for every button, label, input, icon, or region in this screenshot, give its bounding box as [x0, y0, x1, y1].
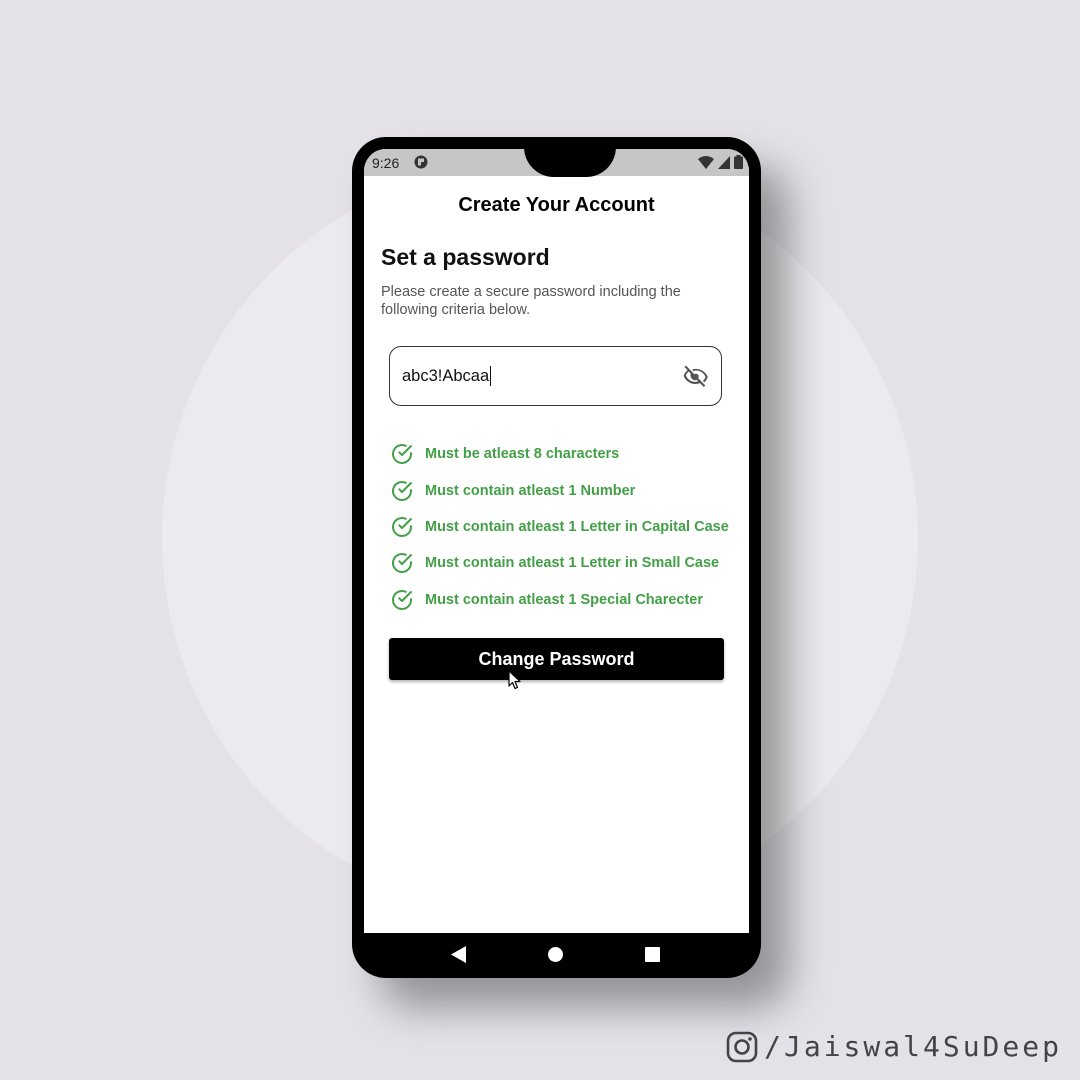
- criteria-item: Must contain atleast 1 Number: [390, 472, 740, 508]
- criteria-item: Must contain atleast 1 Letter in Capital…: [390, 509, 740, 545]
- section-description: Please create a secure password includin…: [381, 284, 681, 318]
- navigation-bar: [352, 933, 761, 978]
- criteria-label: Must contain atleast 1 Special Charecter: [425, 591, 704, 608]
- home-icon[interactable]: [548, 947, 563, 962]
- criteria-item: Must be atleast 8 characters: [390, 436, 740, 472]
- recent-apps-icon[interactable]: [645, 947, 660, 962]
- check-circle-icon: [392, 444, 412, 465]
- check-circle-icon: [392, 517, 412, 537]
- password-criteria-list: Must be atleast 8 characters Must contai…: [390, 436, 740, 618]
- password-input[interactable]: abc3!Abcaa: [389, 346, 722, 406]
- watermark-handle: /Jaiswal4SuDeep: [764, 1030, 1062, 1063]
- instagram-icon: [726, 1031, 758, 1062]
- back-icon[interactable]: [451, 946, 467, 963]
- app-screen: 9:26 Create Your Account Set a password …: [364, 149, 749, 933]
- check-circle-icon: [392, 480, 412, 501]
- wifi-icon: [698, 155, 714, 169]
- criteria-label: Must contain atleast 1 Letter in Small C…: [425, 555, 720, 572]
- battery-icon: [734, 155, 743, 169]
- check-circle-icon: [392, 589, 412, 610]
- criteria-item: Must contain atleast 1 Letter in Small C…: [390, 545, 740, 581]
- page-title: Create Your Account: [458, 194, 655, 216]
- criteria-label: Must contain atleast 1 Letter in Capital…: [425, 518, 729, 535]
- eye-off-icon[interactable]: [683, 364, 709, 390]
- notification-app-icon: [414, 155, 428, 169]
- signal-icon: [718, 155, 730, 169]
- password-value: abc3!Abcaa: [402, 366, 492, 386]
- status-icons: [698, 155, 743, 169]
- mouse-cursor-icon: [508, 670, 521, 690]
- section-title: Set a password: [381, 244, 550, 270]
- status-time: 9:26: [372, 155, 400, 171]
- change-password-button[interactable]: Change Password: [389, 638, 724, 680]
- phone-frame: 9:26 Create Your Account Set a password …: [352, 137, 761, 978]
- criteria-label: Must contain atleast 1 Number: [425, 482, 636, 499]
- criteria-item: Must contain atleast 1 Special Charecter: [390, 582, 740, 618]
- criteria-label: Must be atleast 8 characters: [425, 446, 620, 463]
- check-circle-icon: [392, 553, 412, 574]
- watermark: /Jaiswal4SuDeep: [726, 1030, 1062, 1063]
